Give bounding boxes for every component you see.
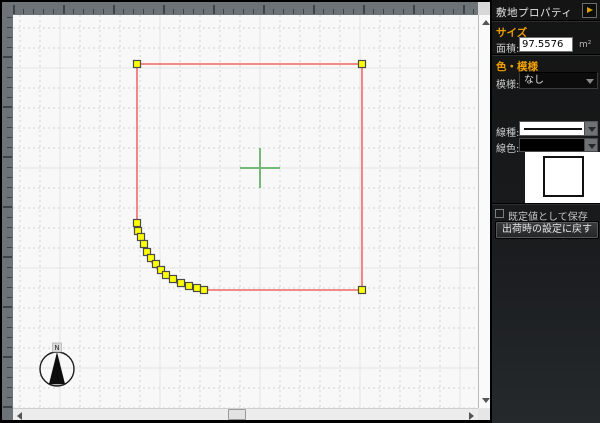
vertical-scrollbar[interactable] xyxy=(478,15,490,408)
drawing-canvas[interactable]: N xyxy=(13,15,478,408)
vertex-handle[interactable] xyxy=(357,285,367,295)
ruler-minor-ticks xyxy=(7,15,12,408)
pattern-select[interactable]: なし xyxy=(519,72,598,89)
reset-to-factory-button[interactable]: 出荷時の設定に戻す xyxy=(495,221,599,239)
vertex-handle[interactable] xyxy=(176,278,186,288)
preview-square xyxy=(543,156,584,197)
divider xyxy=(492,203,600,204)
vertex-handle[interactable] xyxy=(199,285,209,295)
vertex-handle[interactable] xyxy=(357,59,367,69)
panel-header: 敷地プロパティ xyxy=(492,0,600,21)
area-label: 面積: xyxy=(496,44,520,55)
site-properties-panel: 敷地プロパティ サイズ 面積: m² 色・模様 模様: なし 線種: 線色: xyxy=(490,0,600,423)
scroll-left-icon[interactable] xyxy=(17,412,22,420)
ruler-corner xyxy=(2,2,13,15)
vertex-handle[interactable] xyxy=(139,239,149,249)
horizontal-scrollbar[interactable] xyxy=(13,408,478,420)
dropdown-arrow-button[interactable] xyxy=(584,139,597,151)
chevron-down-icon xyxy=(587,144,596,149)
scroll-down-icon[interactable] xyxy=(482,398,490,403)
scroll-right-icon[interactable] xyxy=(469,412,474,420)
area-unit-label: m² xyxy=(579,40,592,50)
linetype-preview-solid-line xyxy=(524,128,582,130)
pattern-label: 模様: xyxy=(496,80,520,91)
panel-collapse-button[interactable] xyxy=(582,3,597,18)
shape-style-preview xyxy=(525,152,600,203)
vertex-handle[interactable] xyxy=(192,283,202,293)
pattern-selected-value: なし xyxy=(524,75,544,86)
right-triangle-icon xyxy=(587,7,593,13)
chevron-down-icon xyxy=(586,79,594,84)
vertex-handle[interactable] xyxy=(168,274,178,284)
dropdown-arrow-button[interactable] xyxy=(584,122,597,135)
linecolor-select[interactable] xyxy=(519,138,598,152)
ruler-minor-ticks xyxy=(13,9,478,14)
vertex-handle[interactable] xyxy=(161,270,171,280)
area-input[interactable] xyxy=(519,37,573,52)
save-as-default-checkbox[interactable] xyxy=(495,209,504,218)
linecolor-label: 線色: xyxy=(496,144,520,155)
linetype-select[interactable] xyxy=(519,121,598,136)
vertex-handle[interactable] xyxy=(184,281,194,291)
vertex-handle[interactable] xyxy=(132,218,142,228)
site-plan-drawing: N xyxy=(13,15,478,408)
ruler-corner xyxy=(2,408,13,420)
panel-title: 敷地プロパティ xyxy=(496,7,573,19)
divider xyxy=(492,54,600,55)
horizontal-scrollbar-thumb[interactable] xyxy=(228,409,246,420)
vertex-handle[interactable] xyxy=(136,232,146,242)
scroll-up-icon[interactable] xyxy=(482,20,490,25)
drawing-workspace: N xyxy=(0,0,478,423)
linetype-label: 線種: xyxy=(496,128,520,139)
scrollbar-corner xyxy=(478,2,490,15)
compass-north-label: N xyxy=(54,344,59,352)
horizontal-ruler xyxy=(13,2,478,15)
vertical-ruler xyxy=(2,15,13,408)
application-window: N 敷地プロパティ サイズ 面積: m² 色・模様 模様: なし xyxy=(0,0,600,423)
chevron-down-icon xyxy=(587,127,596,132)
vertex-handle[interactable] xyxy=(132,59,142,69)
scrollbar-corner xyxy=(478,408,490,420)
